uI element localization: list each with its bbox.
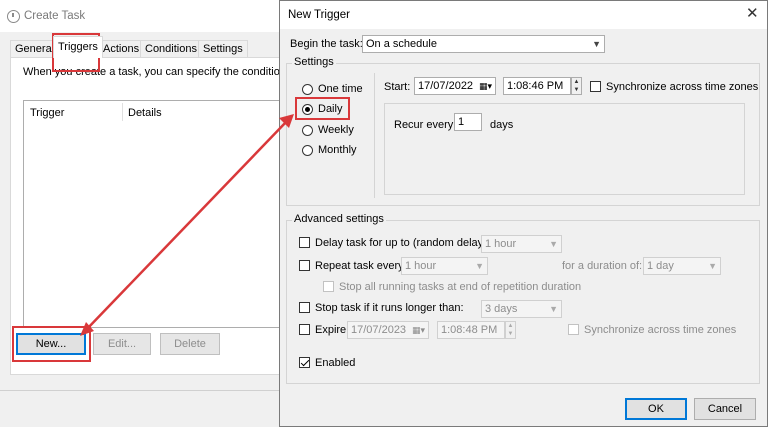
annotation-arrow — [80, 114, 294, 336]
arrow-line — [85, 120, 288, 331]
tab-triggers[interactable]: Triggers — [53, 36, 103, 58]
